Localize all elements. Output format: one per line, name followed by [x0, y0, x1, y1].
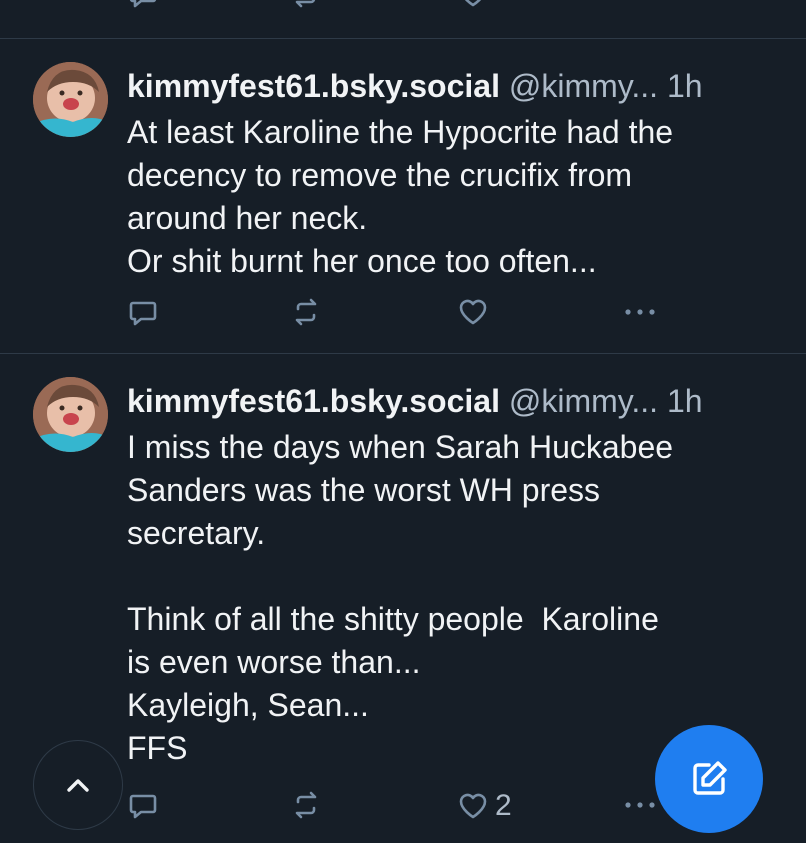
compose-icon [693, 761, 727, 795]
repost-button[interactable] [290, 296, 322, 328]
author-display-name[interactable]: kimmyfest61.bsky.social [127, 68, 500, 104]
repost-icon [295, 298, 317, 326]
scroll-to-top-button[interactable] [33, 740, 123, 830]
repost-icon [295, 0, 316, 8]
more-icon [625, 802, 655, 808]
reply-icon [129, 0, 157, 8]
like-count: 2 [495, 789, 512, 822]
like-button[interactable] [457, 0, 489, 10]
heart-icon [459, 299, 487, 325]
avatar[interactable] [33, 377, 108, 452]
feed-post[interactable]: kimmyfest61.bsky.social @kimmy... 1h At … [0, 39, 806, 353]
more-icon [625, 309, 655, 315]
reply-button[interactable] [127, 0, 159, 10]
post-timestamp[interactable]: 1h [667, 68, 703, 104]
avatar[interactable] [33, 62, 108, 137]
post-text: I miss the days when Sarah Huckabee Sand… [127, 429, 674, 766]
post-text: At least Karoline the Hypocrite had the … [127, 114, 674, 279]
post-timestamp[interactable]: 1h [667, 383, 703, 419]
repost-button[interactable] [290, 789, 322, 821]
reply-icon [129, 301, 157, 326]
repost-icon [295, 791, 317, 819]
heart-icon [464, 0, 482, 7]
chevron-up-icon [67, 779, 89, 792]
more-options-button[interactable] [622, 789, 658, 821]
post-header: kimmyfest61.bsky.social @kimmy... 1h [127, 381, 780, 421]
more-options-button[interactable] [622, 296, 658, 328]
previous-post-actions [0, 0, 806, 18]
post-actions [0, 296, 806, 336]
reply-button[interactable] [127, 296, 159, 328]
reply-button[interactable] [127, 789, 159, 821]
like-button[interactable]: 2 [457, 789, 512, 823]
compose-post-button[interactable] [655, 725, 763, 833]
author-handle[interactable]: @kimmy... [509, 68, 658, 104]
post-header: kimmyfest61.bsky.social @kimmy... 1h [127, 66, 780, 106]
like-button[interactable] [457, 296, 489, 328]
heart-icon [459, 793, 487, 819]
author-display-name[interactable]: kimmyfest61.bsky.social [127, 383, 500, 419]
author-handle[interactable]: @kimmy... [509, 383, 658, 419]
reply-icon [129, 794, 157, 819]
repost-button[interactable] [290, 0, 322, 10]
